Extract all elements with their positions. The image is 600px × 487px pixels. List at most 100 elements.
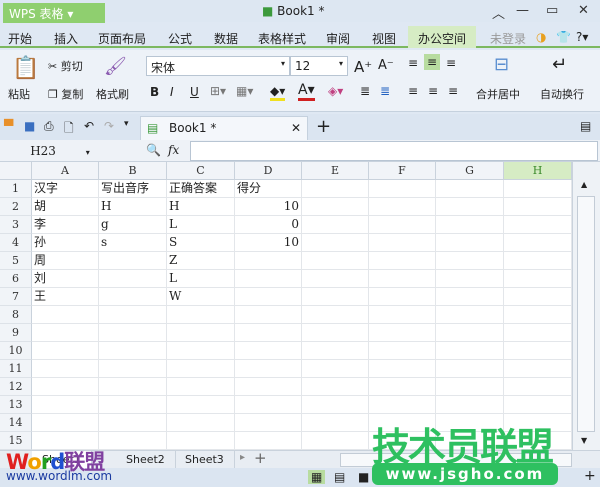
next-sheet-icon[interactable]: ▸ bbox=[240, 452, 245, 463]
cell-B4[interactable]: s bbox=[99, 234, 167, 252]
column-header-H[interactable]: H bbox=[504, 162, 572, 180]
cell-A13[interactable] bbox=[32, 396, 99, 414]
cell-B2[interactable]: H bbox=[99, 198, 167, 216]
cell-G8[interactable] bbox=[436, 306, 504, 324]
save-icon[interactable]: ■ bbox=[24, 119, 35, 133]
font-size-select[interactable]: 12 ▾ bbox=[290, 56, 348, 76]
update-icon[interactable]: ◑ bbox=[536, 30, 546, 44]
cell-D13[interactable] bbox=[235, 396, 302, 414]
cell-F10[interactable] bbox=[369, 342, 436, 360]
cell-E2[interactable] bbox=[302, 198, 369, 216]
cell-G1[interactable] bbox=[436, 180, 504, 198]
align-middle-icon[interactable]: ≡ bbox=[424, 54, 441, 70]
undo-icon[interactable]: ↶ bbox=[84, 119, 94, 133]
tab-formulas[interactable]: 公式 bbox=[168, 30, 192, 47]
cell-D3[interactable]: 0 bbox=[235, 216, 302, 234]
font-color-icon[interactable]: A▾ bbox=[298, 82, 315, 101]
row-header[interactable]: 3 bbox=[0, 216, 32, 234]
cell-D10[interactable] bbox=[235, 342, 302, 360]
cell-B1[interactable]: 写出音序 bbox=[99, 180, 167, 198]
cell-F12[interactable] bbox=[369, 378, 436, 396]
column-header-B[interactable]: B bbox=[99, 162, 167, 180]
cell-H3[interactable] bbox=[504, 216, 572, 234]
column-header-E[interactable]: E bbox=[302, 162, 369, 180]
cell-F3[interactable] bbox=[369, 216, 436, 234]
cell-D9[interactable] bbox=[235, 324, 302, 342]
row-header[interactable]: 7 bbox=[0, 288, 32, 306]
cell-A5[interactable]: 周 bbox=[32, 252, 99, 270]
cell-F6[interactable] bbox=[369, 270, 436, 288]
maximize-icon[interactable]: ▭ bbox=[546, 3, 558, 18]
cell-B10[interactable] bbox=[99, 342, 167, 360]
collapse-ribbon-icon[interactable]: ︿ bbox=[492, 3, 505, 22]
app-menu-button[interactable]: WPS 表格 ▾ bbox=[3, 3, 105, 23]
cell-H1[interactable] bbox=[504, 180, 572, 198]
cell-A10[interactable] bbox=[32, 342, 99, 360]
cell-H6[interactable] bbox=[504, 270, 572, 288]
close-tab-icon[interactable]: ✕ bbox=[291, 121, 301, 135]
row-header[interactable]: 10 bbox=[0, 342, 32, 360]
formula-input[interactable] bbox=[190, 141, 598, 161]
cell-H5[interactable] bbox=[504, 252, 572, 270]
cell-C13[interactable] bbox=[167, 396, 235, 414]
underline-button[interactable]: U bbox=[190, 85, 199, 99]
cell-C8[interactable] bbox=[167, 306, 235, 324]
name-box[interactable]: H23 ▾ bbox=[0, 141, 120, 161]
cell-F2[interactable] bbox=[369, 198, 436, 216]
scroll-up-icon[interactable]: ▲ bbox=[581, 180, 587, 189]
cell-D1[interactable]: 得分 bbox=[235, 180, 302, 198]
help-icon[interactable]: ?▾ bbox=[576, 30, 588, 44]
font-name-select[interactable]: 宋体 ▾ bbox=[146, 56, 290, 76]
row-header[interactable]: 11 bbox=[0, 360, 32, 378]
cell-G3[interactable] bbox=[436, 216, 504, 234]
increase-font-icon[interactable]: A⁺ bbox=[354, 58, 372, 76]
page-break-view-icon[interactable]: ▤ bbox=[334, 470, 345, 484]
cell-F4[interactable] bbox=[369, 234, 436, 252]
cell-C12[interactable] bbox=[167, 378, 235, 396]
row-header[interactable]: 8 bbox=[0, 306, 32, 324]
customize-dropdown-icon[interactable]: ▾ bbox=[124, 119, 129, 129]
cell-F7[interactable] bbox=[369, 288, 436, 306]
cell-E8[interactable] bbox=[302, 306, 369, 324]
cell-D12[interactable] bbox=[235, 378, 302, 396]
cell-C15[interactable] bbox=[167, 432, 235, 450]
cell-D6[interactable] bbox=[235, 270, 302, 288]
cell-G5[interactable] bbox=[436, 252, 504, 270]
tab-home[interactable]: 开始 bbox=[8, 30, 32, 47]
cell-F5[interactable] bbox=[369, 252, 436, 270]
cell-D15[interactable] bbox=[235, 432, 302, 450]
tab-data[interactable]: 数据 bbox=[214, 30, 238, 47]
paste-icon[interactable]: 📋 bbox=[12, 56, 39, 81]
cell-E7[interactable] bbox=[302, 288, 369, 306]
cell-H7[interactable] bbox=[504, 288, 572, 306]
column-header-F[interactable]: F bbox=[369, 162, 436, 180]
cell-H8[interactable] bbox=[504, 306, 572, 324]
print-icon[interactable]: ⎙ bbox=[44, 119, 54, 134]
align-center-icon[interactable]: ≡ bbox=[428, 84, 438, 98]
row-header[interactable]: 13 bbox=[0, 396, 32, 414]
wrap-text-button[interactable]: 自动换行 bbox=[540, 86, 584, 102]
scroll-thumb[interactable] bbox=[577, 196, 595, 432]
align-bottom-icon[interactable]: ≡ bbox=[446, 56, 456, 70]
cell-B5[interactable] bbox=[99, 252, 167, 270]
cut-button[interactable]: ✂ 剪切 bbox=[48, 58, 83, 74]
tab-book1[interactable]: ▤ Book1 * ✕ bbox=[140, 116, 308, 140]
tab-table-styles[interactable]: 表格样式 bbox=[258, 30, 306, 47]
align-right-icon[interactable]: ≡ bbox=[448, 84, 458, 98]
cell-G11[interactable] bbox=[436, 360, 504, 378]
row-header[interactable]: 14 bbox=[0, 414, 32, 432]
cell-B3[interactable]: g bbox=[99, 216, 167, 234]
tab-view[interactable]: 视图 bbox=[372, 30, 396, 47]
cell-C10[interactable] bbox=[167, 342, 235, 360]
cell-E9[interactable] bbox=[302, 324, 369, 342]
paste-button[interactable]: 粘贴 bbox=[8, 86, 30, 102]
redo-icon[interactable]: ↷ bbox=[104, 119, 114, 133]
cell-G12[interactable] bbox=[436, 378, 504, 396]
column-header-D[interactable]: D bbox=[235, 162, 302, 180]
row-header[interactable]: 6 bbox=[0, 270, 32, 288]
cell-E14[interactable] bbox=[302, 414, 369, 432]
cell-C14[interactable] bbox=[167, 414, 235, 432]
cell-C7[interactable]: W bbox=[167, 288, 235, 306]
zoom-in-icon[interactable]: + bbox=[584, 468, 596, 484]
close-icon[interactable]: ✕ bbox=[578, 3, 589, 18]
